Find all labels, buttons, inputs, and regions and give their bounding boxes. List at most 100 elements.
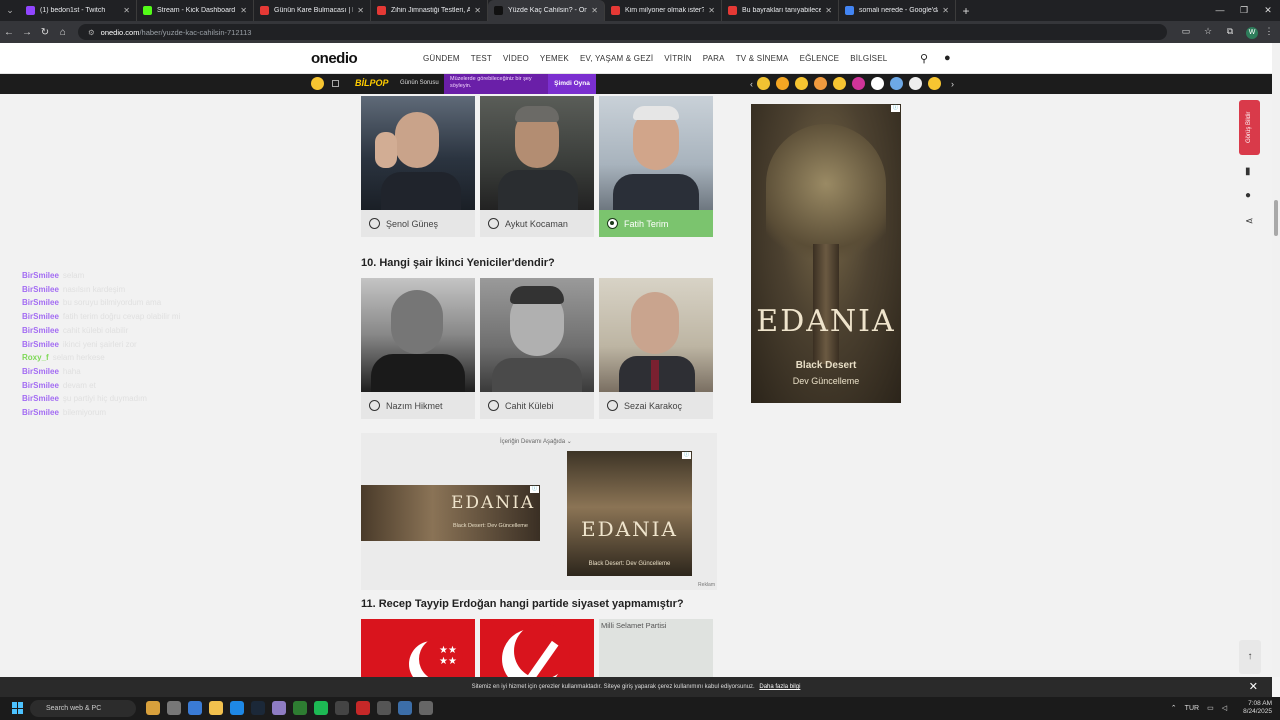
ad-choices-icon[interactable]: ⓘ — [530, 486, 539, 493]
app-icon[interactable] — [419, 701, 433, 715]
q9-option-3-label-selected[interactable]: Fatih Terim — [599, 210, 713, 237]
close-window-icon[interactable]: ✕ — [1256, 0, 1280, 21]
nav-item[interactable]: GÜNDEM — [423, 54, 460, 63]
steam-active-icon[interactable] — [398, 701, 412, 715]
site-info-icon[interactable]: ⚙ — [88, 28, 95, 37]
forward-icon[interactable]: → — [18, 27, 36, 38]
chrome-icon[interactable] — [230, 701, 244, 715]
app-icon[interactable] — [335, 701, 349, 715]
emoji-2-icon[interactable] — [776, 77, 789, 90]
clock[interactable]: 7:08 AM 8/24/2025 — [1235, 700, 1272, 716]
radio-icon[interactable] — [369, 400, 380, 411]
app-icon[interactable] — [356, 701, 370, 715]
emoji-6-icon[interactable] — [852, 77, 865, 90]
q11-option-3[interactable]: Milli Selamet Partisi — [599, 619, 713, 677]
carousel-prev-icon[interactable]: ‹ — [750, 79, 753, 89]
emoji-7-icon[interactable] — [871, 77, 884, 90]
q9-option-2[interactable]: Aykut Kocaman — [480, 96, 594, 237]
address-bar[interactable]: ⚙ onedio.com /haber/yuzde-kac-cahilsin-7… — [77, 24, 1167, 40]
chat-username[interactable]: BirSmilee — [22, 312, 59, 321]
tray-expand-icon[interactable]: ⌃ — [1171, 704, 1177, 712]
browser-tab[interactable]: Zihin Jimnastiği Testleri, Akıl & ✕ — [371, 0, 488, 21]
obs-icon[interactable] — [377, 701, 391, 715]
browser-tab[interactable]: (1) bedon1st - Twitch ✕ — [20, 0, 137, 21]
q10-option-3[interactable]: Sezai Karakoç — [599, 278, 713, 419]
browser-tab[interactable]: Kim milyoner olmak ister? ✕ — [605, 0, 722, 21]
chat-username[interactable]: BirSmilee — [22, 326, 59, 335]
search-icon[interactable]: ⚲ — [920, 52, 928, 65]
browser-tab[interactable]: Stream - Kick Dashboard ✕ — [137, 0, 254, 21]
nav-item[interactable]: VİDEO — [503, 54, 529, 63]
q10-option-3-label[interactable]: Sezai Karakoç — [599, 392, 713, 419]
chat-username[interactable]: BirSmilee — [22, 298, 59, 307]
q9-option-2-label[interactable]: Aykut Kocaman — [480, 210, 594, 237]
tab-close-icon[interactable]: ✕ — [708, 6, 715, 15]
spotify-icon[interactable] — [314, 701, 328, 715]
scrollbar-thumb[interactable] — [1274, 200, 1278, 236]
radio-icon[interactable] — [488, 218, 499, 229]
feedback-tab[interactable]: Görüş Bildir — [1239, 100, 1260, 155]
reload-icon[interactable]: ↻ — [36, 27, 54, 38]
copilot-icon[interactable] — [188, 701, 202, 715]
carousel-next-icon[interactable]: › — [951, 79, 954, 89]
emoji-1-icon[interactable] — [757, 77, 770, 90]
restore-icon[interactable]: ❐ — [1232, 0, 1256, 21]
task-view-icon[interactable] — [167, 701, 181, 715]
nav-item[interactable]: BİLGİSEL — [850, 54, 887, 63]
emoji-4-icon[interactable] — [814, 77, 827, 90]
emoji-8-icon[interactable] — [890, 77, 903, 90]
onedio-logo[interactable]: onedio — [311, 50, 358, 67]
extensions-icon[interactable]: ⧉ — [1219, 26, 1241, 39]
chat-username[interactable]: BirSmilee — [22, 381, 59, 390]
emoji-9-icon[interactable] — [909, 77, 922, 90]
chat-username[interactable]: Roxy_f — [22, 353, 49, 362]
chat-username[interactable]: BirSmilee — [22, 285, 59, 294]
minimize-icon[interactable]: — — [1208, 0, 1232, 21]
chat-username[interactable]: BirSmilee — [22, 408, 59, 417]
nav-item[interactable]: EĞLENCE — [800, 54, 840, 63]
discord-icon[interactable] — [272, 701, 286, 715]
chat-username[interactable]: BirSmilee — [22, 394, 59, 403]
comment-icon[interactable]: ● — [1245, 190, 1251, 201]
tab-search-icon[interactable]: ⌄ — [0, 0, 20, 21]
radio-icon[interactable] — [607, 400, 618, 411]
nav-item[interactable]: EV, YAŞAM & GEZİ — [580, 54, 653, 63]
tab-close-icon[interactable]: ✕ — [240, 6, 247, 15]
chat-username[interactable]: BirSmilee — [22, 340, 59, 349]
home-icon[interactable]: ⌂ — [54, 27, 72, 38]
network-icon[interactable]: ▭ — [1207, 704, 1214, 712]
tab-close-icon[interactable]: ✕ — [123, 6, 130, 15]
cookie-close-icon[interactable]: ✕ — [1249, 677, 1258, 697]
browser-tab[interactable]: Bu bayrakları tanıyabilecek mis ✕ — [722, 0, 839, 21]
bookmark-star-icon[interactable]: ☆ — [1197, 26, 1219, 39]
volume-icon[interactable]: ◁ — [1222, 704, 1227, 712]
tab-close-icon[interactable]: ✕ — [474, 6, 481, 15]
grid-icon[interactable] — [332, 80, 339, 87]
nav-item[interactable]: TEST — [471, 54, 492, 63]
chat-username[interactable]: BirSmilee — [22, 271, 59, 280]
q10-option-1-label[interactable]: Nazım Hikmet — [361, 392, 475, 419]
bookmark-icon[interactable]: ▮ — [1245, 166, 1251, 177]
nav-item[interactable]: TV & SİNEMA — [736, 54, 789, 63]
profile-avatar[interactable]: W — [1246, 26, 1258, 39]
chat-username[interactable]: BirSmilee — [22, 367, 59, 376]
tab-close-icon[interactable]: ✕ — [357, 6, 364, 15]
smiley-icon[interactable] — [311, 77, 324, 90]
q9-option-3[interactable]: Fatih Terim — [599, 96, 713, 237]
play-now-button[interactable]: Şimdi Oyna — [548, 74, 596, 94]
q9-option-1[interactable]: Şenol Güneş — [361, 96, 475, 237]
scroll-to-top-button[interactable]: ↑ — [1239, 640, 1261, 674]
radio-icon[interactable] — [369, 218, 380, 229]
browser-tab[interactable]: Yüzde Kaç Cahilsin? - Onedio ✕ — [488, 0, 605, 21]
q10-option-2-label[interactable]: Cahit Külebi — [480, 392, 594, 419]
nav-item[interactable]: VİTRİN — [664, 54, 691, 63]
file-explorer-icon[interactable] — [209, 701, 223, 715]
user-icon[interactable]: ● — [944, 52, 951, 64]
q9-option-1-label[interactable]: Şenol Güneş — [361, 210, 475, 237]
bilpop-logo[interactable]: BİLPOP — [355, 78, 389, 88]
browser-menu-icon[interactable]: ⋮ — [1258, 26, 1280, 39]
cast-icon[interactable]: ▭ — [1175, 26, 1197, 39]
tab-close-icon[interactable]: ✕ — [942, 6, 949, 15]
browser-tab[interactable]: somali nerede - Google'da Ara✕ — [839, 0, 956, 21]
q10-option-1[interactable]: Nazım Hikmet — [361, 278, 475, 419]
